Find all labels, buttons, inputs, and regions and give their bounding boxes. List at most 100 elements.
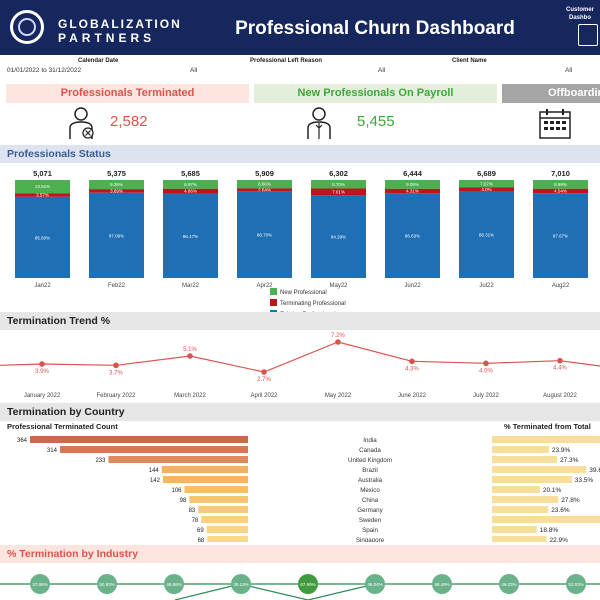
bar-segment-label: 84.29% bbox=[331, 235, 346, 240]
country-count-bar bbox=[59, 446, 248, 453]
industry-point-label: 46.03% bbox=[501, 582, 516, 587]
trend-point bbox=[113, 362, 119, 369]
kpi-terminated-label: Professionals Terminated bbox=[6, 84, 249, 103]
legend-swatch bbox=[270, 288, 277, 295]
x-tick-label: June 2022 bbox=[398, 393, 427, 399]
section-industry-header: % Termination by Industry bbox=[0, 545, 600, 563]
x-tick-label: January 2022 bbox=[24, 393, 61, 399]
country-count-label: 142 bbox=[150, 478, 161, 484]
industry-point-label: 48.86% bbox=[166, 582, 181, 587]
country-count-label: 98 bbox=[180, 498, 187, 504]
bar-segment-label: 88.31% bbox=[479, 233, 494, 238]
trend-point bbox=[335, 339, 341, 345]
bar-segment-label: 9.35% bbox=[110, 182, 123, 187]
country-percent-bar bbox=[492, 486, 540, 493]
country-count-bar bbox=[189, 496, 248, 503]
trend-point-label: 3.7% bbox=[109, 370, 123, 376]
country-percent-label: % Terminated from Total bbox=[504, 422, 591, 431]
country-percent-label: 23.9% bbox=[552, 447, 571, 454]
dashboard-label: Dashbo bbox=[568, 15, 591, 21]
trend-point bbox=[557, 357, 563, 364]
x-tick-label: February 2022 bbox=[96, 393, 136, 399]
industry-point-label: 46.04% bbox=[367, 582, 382, 587]
trend-point-label: 2.7% bbox=[257, 377, 271, 383]
bar-segment-label: 8.97% bbox=[184, 182, 197, 187]
country-count-bar bbox=[201, 516, 248, 523]
industry-point-label: 37.06% bbox=[32, 582, 47, 587]
industry-point-label: 67.69% bbox=[300, 582, 315, 587]
country-count-label: 144 bbox=[149, 468, 160, 474]
trend-point bbox=[187, 353, 193, 359]
country-count-label: 78 bbox=[192, 518, 199, 524]
trend-point-label: 4.4% bbox=[553, 366, 567, 372]
filter-reason-value[interactable]: All bbox=[378, 67, 385, 74]
filter-date-label: Calendar Date bbox=[78, 58, 119, 64]
country-percent-bar bbox=[492, 506, 549, 513]
country-percent-bar bbox=[492, 496, 559, 503]
country-name: United Kingdom bbox=[348, 457, 392, 464]
bar-segment-label: 8.70% bbox=[332, 182, 345, 187]
customer-dashboard-link[interactable]: Customer Dashbo bbox=[560, 6, 600, 22]
x-tick-label: March 2022 bbox=[174, 393, 206, 399]
bar-total-label: 5,375 bbox=[107, 169, 126, 178]
x-tick-label: Jul22 bbox=[479, 283, 494, 289]
country-percent-label: 20.1% bbox=[543, 487, 562, 494]
filter-client-value[interactable]: All bbox=[565, 67, 572, 74]
country-percent-bar bbox=[492, 436, 600, 443]
trend-point-label: 3.9% bbox=[35, 369, 49, 375]
country-count-label: Professional Terminated Count bbox=[7, 422, 118, 431]
country-name: Sweden bbox=[359, 517, 382, 524]
country-count-label: 314 bbox=[47, 448, 58, 454]
status-stacked-bar-chart: 13.61%3.57%85.60%5,071Jan229.35%3.69%87.… bbox=[15, 169, 588, 318]
country-percent-bar bbox=[492, 476, 572, 483]
bar-segment-label: 86.17% bbox=[183, 234, 198, 239]
trend-point-label: 4.3% bbox=[405, 366, 419, 372]
bar-segment-label: 8.99% bbox=[554, 182, 567, 187]
country-name: Germany bbox=[357, 507, 383, 514]
industry-point-label: 52.03% bbox=[568, 582, 583, 587]
legend-label: Terminating Professional bbox=[280, 301, 346, 307]
section-status-header: Professionals Status bbox=[0, 145, 600, 163]
bar-total-label: 5,685 bbox=[181, 169, 200, 178]
country-percent-bar bbox=[492, 526, 537, 533]
country-count-bar bbox=[162, 476, 248, 483]
country-count-bar bbox=[108, 456, 248, 463]
country-percent-bar bbox=[492, 516, 600, 523]
country-count-label: 69 bbox=[197, 528, 204, 534]
bar-segment-label: 7.01% bbox=[332, 189, 345, 194]
country-count-bar bbox=[30, 436, 248, 443]
country-count-bar bbox=[161, 466, 248, 473]
dashboard-icon[interactable] bbox=[578, 24, 598, 46]
bar-segment-label: 88.70% bbox=[257, 233, 272, 238]
bar-segment-label: 4.0% bbox=[481, 187, 491, 192]
new-person-icon bbox=[307, 107, 331, 139]
trend-point bbox=[409, 358, 415, 365]
country-percent-bar bbox=[492, 536, 547, 542]
legend-label: New Professional bbox=[280, 290, 327, 296]
bar-segment-label: 13.61% bbox=[35, 184, 50, 189]
bar-total-label: 6,689 bbox=[477, 169, 496, 178]
industry-point-label: 48.49% bbox=[434, 582, 449, 587]
legend-swatch bbox=[270, 299, 277, 306]
logo-text-line1: GLOBALIZATION bbox=[58, 17, 182, 31]
country-count-label: 364 bbox=[17, 438, 28, 444]
filter-date-value[interactable]: 01/01/2022 to 31/12/2022 bbox=[7, 67, 81, 74]
trend-point bbox=[483, 360, 489, 367]
filter-date-all[interactable]: All bbox=[190, 67, 197, 74]
country-name: Brazil bbox=[362, 467, 377, 474]
filter-reason-label: Professional Left Reason bbox=[250, 58, 323, 64]
bar-segment-label: 8.66% bbox=[258, 182, 271, 187]
country-count-bar bbox=[184, 486, 248, 493]
section-trend-header: Termination Trend % bbox=[0, 312, 600, 330]
x-tick-label: Feb22 bbox=[108, 283, 126, 289]
bar-segment-label: 7.67% bbox=[480, 181, 493, 186]
industry-line-chart: 37.06% 50.93% 48.86% 39.13% 67.69% 46.04% 48.4… bbox=[0, 574, 600, 600]
page-title: Professional Churn Dashboard bbox=[235, 18, 515, 39]
bar-segment-label: 86.63% bbox=[405, 234, 420, 239]
country-count-label: 83 bbox=[189, 508, 196, 514]
country-percent-label: 22.9% bbox=[550, 537, 569, 542]
trend-point bbox=[39, 361, 45, 367]
globalization-partners-logo-icon bbox=[10, 10, 44, 44]
country-percent-label: 39.6% bbox=[589, 467, 600, 474]
x-tick-label: May 2022 bbox=[325, 393, 352, 399]
